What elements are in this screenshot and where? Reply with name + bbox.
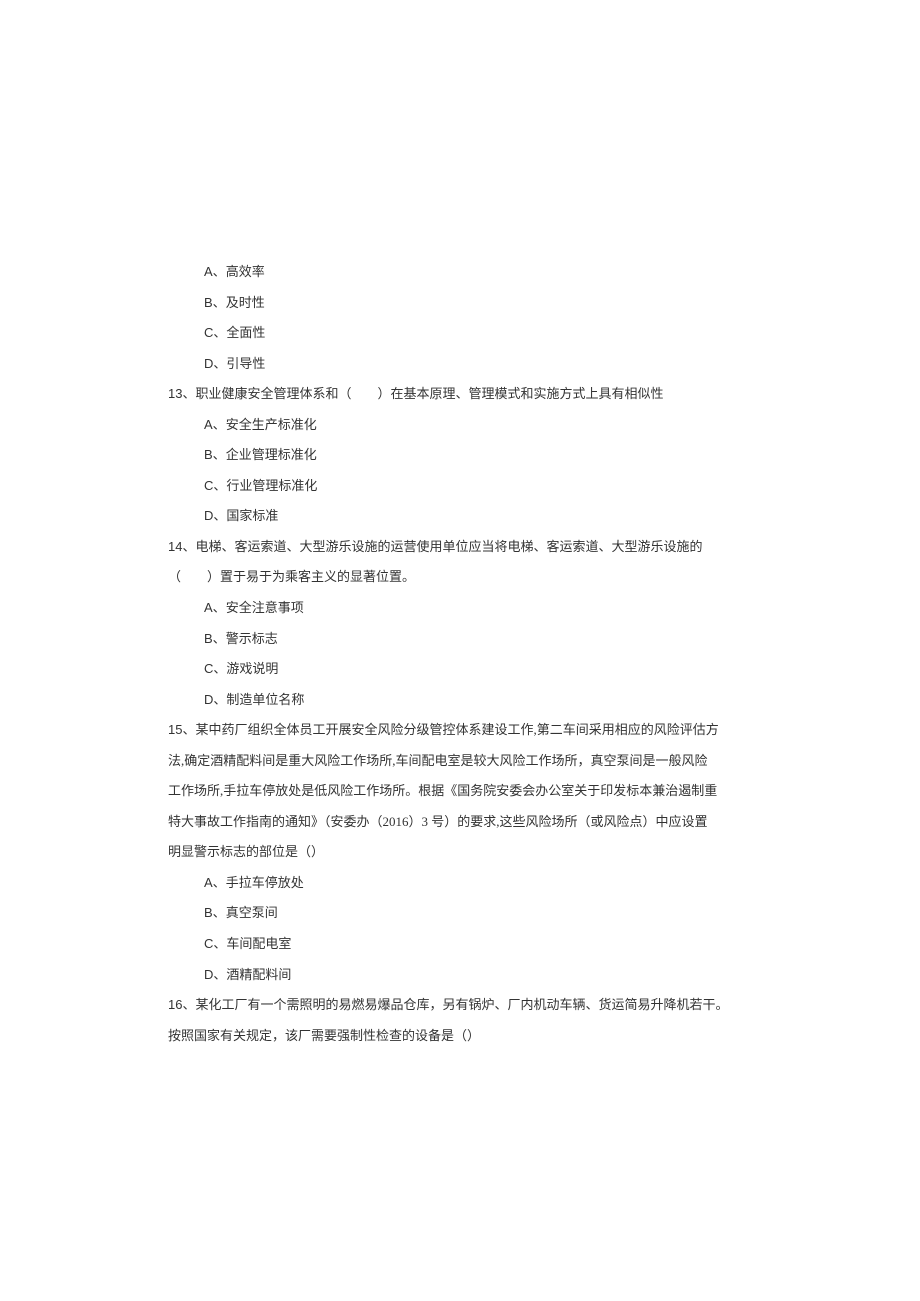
question-number: 16 bbox=[168, 997, 182, 1012]
q15-stem-line4: 明显警示标志的部位是（） bbox=[168, 837, 770, 868]
q15-stem-line3: 工作场所,手拉车停放处是低风险工作场所。根据《国务院安委会办公室关于印发标本兼治… bbox=[168, 776, 770, 807]
option-letter: D bbox=[204, 692, 213, 707]
option-text: 企业管理标准化 bbox=[226, 447, 317, 462]
option-text: 警示标志 bbox=[226, 631, 278, 646]
option-sep: 、 bbox=[213, 417, 226, 432]
q14-option-A: A、安全注意事项 bbox=[168, 593, 770, 624]
option-sep: 、 bbox=[213, 967, 226, 982]
q15-option-A: A、手拉车停放处 bbox=[168, 868, 770, 899]
option-sep: 、 bbox=[213, 692, 226, 707]
q14-stem-line2: （ ）置于易于为乘客主义的显著位置。 bbox=[168, 562, 770, 593]
option-letter: D bbox=[204, 356, 213, 371]
option-text: 及时性 bbox=[226, 295, 265, 310]
option-text: 安全生产标准化 bbox=[226, 417, 317, 432]
q13-option-C: C、行业管理标准化 bbox=[168, 471, 770, 502]
question-text: 按照国家有关规定，该厂需要强制性检查的设备是（） bbox=[168, 1028, 480, 1043]
question-text: 法,确定酒精配料间是重大风险工作场所,车间配电室是较大风险工作场所，真空泵间是一… bbox=[168, 753, 708, 768]
option-text: 酒精配料间 bbox=[226, 967, 291, 982]
question-text: 、某化工厂有一个需照明的易燃易爆品仓库，另有锅炉、厂内机动车辆、货运简易升降机若… bbox=[182, 997, 728, 1012]
option-sep: 、 bbox=[213, 508, 226, 523]
question-text: 、某中药厂组织全体员工开展安全风险分级管控体系建设工作,第二车间采用相应的风险评… bbox=[182, 722, 718, 737]
q15-option-D: D、酒精配料间 bbox=[168, 960, 770, 991]
option-letter: A bbox=[204, 875, 213, 890]
option-sep: 、 bbox=[213, 295, 226, 310]
option-sep: 、 bbox=[213, 264, 226, 279]
question-text: 特大事故工作指南的通知》（安委办（2016）3 号）的要求,这些风险场所（或风险… bbox=[168, 814, 708, 829]
option-letter: C bbox=[204, 936, 213, 951]
option-text: 制造单位名称 bbox=[226, 692, 304, 707]
option-letter: B bbox=[204, 905, 213, 920]
option-letter: C bbox=[204, 661, 213, 676]
q13-stem: 13、职业健康安全管理体系和（ ）在基本原理、管理模式和实施方式上具有相似性 bbox=[168, 379, 770, 410]
option-letter: B bbox=[204, 631, 213, 646]
q13-option-B: B、企业管理标准化 bbox=[168, 440, 770, 471]
option-text: 手拉车停放处 bbox=[226, 875, 304, 890]
q13-option-A: A、安全生产标准化 bbox=[168, 410, 770, 441]
option-text: 行业管理标准化 bbox=[226, 478, 317, 493]
question-number: 14 bbox=[168, 539, 182, 554]
option-sep: 、 bbox=[213, 631, 226, 646]
question-text: 、职业健康安全管理体系和（ ）在基本原理、管理模式和实施方式上具有相似性 bbox=[182, 386, 663, 401]
q16-stem-line2: 按照国家有关规定，该厂需要强制性检查的设备是（） bbox=[168, 1021, 770, 1052]
q13-option-D: D、国家标准 bbox=[168, 501, 770, 532]
q15-option-C: C、车间配电室 bbox=[168, 929, 770, 960]
option-text: 国家标准 bbox=[226, 508, 278, 523]
q12-option-B: B、及时性 bbox=[168, 288, 770, 319]
option-sep: 、 bbox=[213, 478, 226, 493]
question-text: 明显警示标志的部位是（） bbox=[168, 844, 324, 859]
q12-option-A: A、高效率 bbox=[168, 257, 770, 288]
q15-stem-line2: 法,确定酒精配料间是重大风险工作场所,车间配电室是较大风险工作场所，真空泵间是一… bbox=[168, 746, 770, 777]
content-block: A、高效率 B、及时性 C、全面性 D、引导性 13、职业健康安全管理体系和（ … bbox=[168, 257, 770, 1051]
q15-option-B: B、真空泵间 bbox=[168, 898, 770, 929]
option-letter: C bbox=[204, 478, 213, 493]
option-sep: 、 bbox=[213, 356, 226, 371]
q15-stem-line3b: 特大事故工作指南的通知》（安委办（2016）3 号）的要求,这些风险场所（或风险… bbox=[168, 807, 770, 838]
question-number: 15 bbox=[168, 722, 182, 737]
option-letter: A bbox=[204, 264, 213, 279]
option-sep: 、 bbox=[213, 875, 226, 890]
option-sep: 、 bbox=[213, 905, 226, 920]
option-letter: D bbox=[204, 508, 213, 523]
option-letter: D bbox=[204, 967, 213, 982]
question-number: 13 bbox=[168, 386, 182, 401]
q14-option-B: B、警示标志 bbox=[168, 624, 770, 655]
q12-option-C: C、全面性 bbox=[168, 318, 770, 349]
question-text: 工作场所,手拉车停放处是低风险工作场所。根据《国务院安委会办公室关于印发标本兼治… bbox=[168, 783, 717, 798]
option-letter: A bbox=[204, 600, 213, 615]
q14-option-C: C、游戏说明 bbox=[168, 654, 770, 685]
option-text: 高效率 bbox=[226, 264, 265, 279]
option-sep: 、 bbox=[213, 447, 226, 462]
option-text: 游戏说明 bbox=[226, 661, 278, 676]
option-text: 真空泵间 bbox=[226, 905, 278, 920]
q14-stem-line1: 14、电梯、客运索道、大型游乐设施的运营使用单位应当将电梯、客运索道、大型游乐设… bbox=[168, 532, 770, 563]
option-letter: B bbox=[204, 295, 213, 310]
option-text: 引导性 bbox=[226, 356, 265, 371]
option-text: 全面性 bbox=[226, 325, 265, 340]
option-text: 车间配电室 bbox=[226, 936, 291, 951]
option-letter: A bbox=[204, 417, 213, 432]
option-sep: 、 bbox=[213, 661, 226, 676]
q16-stem-line1: 16、某化工厂有一个需照明的易燃易爆品仓库，另有锅炉、厂内机动车辆、货运简易升降… bbox=[168, 990, 770, 1021]
question-text: 、电梯、客运索道、大型游乐设施的运营使用单位应当将电梯、客运索道、大型游乐设施的 bbox=[182, 539, 702, 554]
option-sep: 、 bbox=[213, 600, 226, 615]
q15-stem-line1: 15、某中药厂组织全体员工开展安全风险分级管控体系建设工作,第二车间采用相应的风… bbox=[168, 715, 770, 746]
q14-option-D: D、制造单位名称 bbox=[168, 685, 770, 716]
option-text: 安全注意事项 bbox=[226, 600, 304, 615]
option-letter: C bbox=[204, 325, 213, 340]
question-text: （ ）置于易于为乘客主义的显著位置。 bbox=[168, 569, 415, 584]
exam-page: A、高效率 B、及时性 C、全面性 D、引导性 13、职业健康安全管理体系和（ … bbox=[0, 0, 920, 1301]
option-sep: 、 bbox=[213, 936, 226, 951]
option-sep: 、 bbox=[213, 325, 226, 340]
q12-option-D: D、引导性 bbox=[168, 349, 770, 380]
option-letter: B bbox=[204, 447, 213, 462]
